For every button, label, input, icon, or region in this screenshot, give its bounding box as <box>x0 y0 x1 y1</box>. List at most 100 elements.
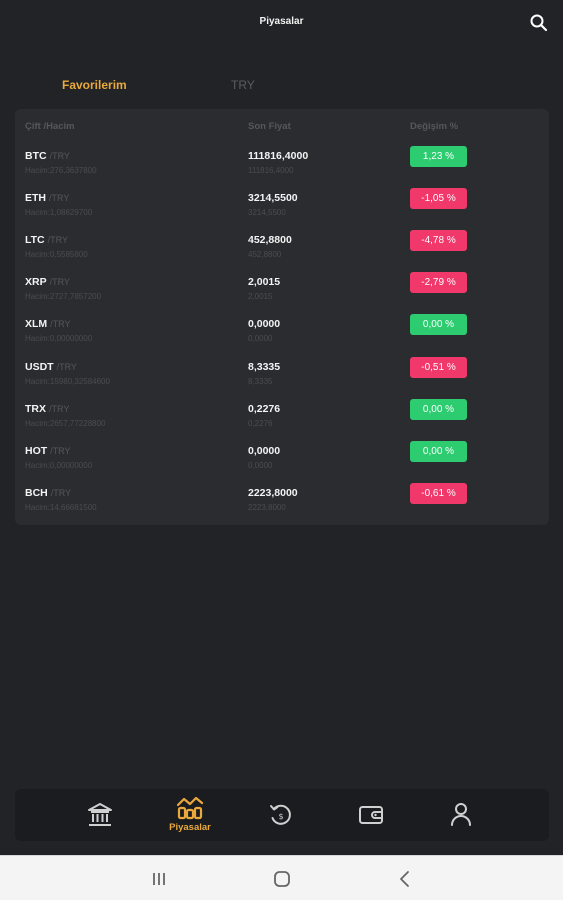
pair-name: XRP/TRY <box>25 276 70 288</box>
pair-name: HOT/TRY <box>25 445 71 457</box>
last-price-sub: 2223,8000 <box>248 503 286 512</box>
page-title: Piyasalar <box>259 16 304 27</box>
last-price: 8,3335 <box>248 361 281 373</box>
search-button[interactable] <box>529 13 549 33</box>
nav-item-markets[interactable]: Piyasalar <box>160 789 220 841</box>
change-badge: 0,00 % <box>410 399 467 420</box>
back-button[interactable] <box>395 869 415 889</box>
base-symbol: HOT <box>25 445 48 457</box>
market-row-xrp[interactable]: XRP/TRY Hacim:2727,7857200 2,0015 2,0015… <box>15 272 549 318</box>
market-tabs: Favorilerim TRY <box>0 78 563 100</box>
base-symbol: LTC <box>25 234 45 246</box>
volume-text: Hacim:0,5585800 <box>25 250 88 259</box>
last-price-sub: 3214,5500 <box>248 208 286 217</box>
nav-label-markets: Piyasalar <box>169 822 211 833</box>
quote-symbol: /TRY <box>47 235 68 245</box>
quote-symbol: /TRY <box>56 362 77 372</box>
search-icon <box>530 14 548 32</box>
nav-item-home[interactable] <box>70 789 130 841</box>
last-price: 111816,4000 <box>248 150 309 162</box>
tab-try[interactable]: TRY <box>231 78 255 92</box>
change-badge: -4,78 % <box>410 230 467 251</box>
last-price-sub: 0,0000 <box>248 461 273 470</box>
last-price: 2,0015 <box>248 276 281 288</box>
volume-text: Hacim:2657,77228800 <box>25 419 106 428</box>
back-icon <box>400 871 409 887</box>
change-badge: -2,79 % <box>410 272 467 293</box>
market-row-xlm[interactable]: XLM/TRY Hacim:0,00000000 0,0000 0,0000 0… <box>15 314 549 360</box>
last-price-sub: 0,2276 <box>248 419 273 428</box>
last-price: 0,0000 <box>248 318 281 330</box>
last-price: 0,2276 <box>248 403 281 415</box>
nav-item-wallet[interactable] <box>341 789 401 841</box>
base-symbol: XRP <box>25 276 47 288</box>
user-icon <box>451 803 471 826</box>
change-badge: 1,23 % <box>410 146 467 167</box>
quote-symbol: /TRY <box>49 277 70 287</box>
system-nav-bar <box>0 855 563 900</box>
base-symbol: BTC <box>25 150 47 162</box>
volume-text: Hacim:0,00000000 <box>25 461 93 470</box>
column-header-pair: Çift /Hacim <box>25 121 75 132</box>
home-icon <box>274 871 290 887</box>
change-badge: -0,61 % <box>410 483 467 504</box>
last-price: 3214,5500 <box>248 192 298 204</box>
quote-symbol: /TRY <box>49 151 70 161</box>
base-symbol: XLM <box>25 318 48 330</box>
market-row-usdt[interactable]: USDT/TRY Hacim:15980,32584600 8,3335 8,3… <box>15 357 549 403</box>
column-header-price: Son Fiyat <box>248 121 291 132</box>
market-row-trx[interactable]: TRX/TRY Hacim:2657,77228800 0,2276 0,227… <box>15 399 549 445</box>
change-badge: 0,00 % <box>410 441 467 462</box>
pair-name: BTC/TRY <box>25 150 70 162</box>
last-price-sub: 0,0000 <box>248 334 273 343</box>
volume-text: Hacim:1,08629700 <box>25 208 93 217</box>
pair-name: LTC/TRY <box>25 234 68 246</box>
last-price-sub: 111816,4000 <box>248 166 294 175</box>
quote-symbol: /TRY <box>50 488 72 498</box>
quote-symbol: /TRY <box>49 404 70 414</box>
change-badge: -0,51 % <box>410 357 467 378</box>
base-symbol: ETH <box>25 192 46 204</box>
markets-icon <box>176 796 204 820</box>
pair-name: XLM/TRY <box>25 318 71 330</box>
nav-item-history[interactable]: $ <box>251 789 311 841</box>
market-row-eth[interactable]: ETH/TRY Hacim:1,08629700 3214,5500 3214,… <box>15 188 549 234</box>
volume-text: Hacim:276,3637800 <box>25 166 97 175</box>
home-button[interactable] <box>272 869 292 889</box>
market-row-ltc[interactable]: LTC/TRY Hacim:0,5585800 452,8800 452,880… <box>15 230 549 276</box>
base-symbol: BCH <box>25 487 48 499</box>
last-price-sub: 8,3335 <box>248 377 273 386</box>
quote-symbol: /TRY <box>49 193 70 203</box>
pair-name: ETH/TRY <box>25 192 69 204</box>
change-badge: -1,05 % <box>410 188 467 209</box>
volume-text: Hacim:2727,7857200 <box>25 292 102 301</box>
last-price: 2223,8000 <box>248 487 298 499</box>
volume-text: Hacim:14,66681500 <box>25 503 97 512</box>
market-row-hot[interactable]: HOT/TRY Hacim:0,00000000 0,0000 0,0000 0… <box>15 441 549 487</box>
history-icon: $ <box>270 804 291 825</box>
nav-item-profile[interactable] <box>431 789 491 841</box>
change-badge: 0,00 % <box>410 314 467 335</box>
svg-text:$: $ <box>278 812 283 821</box>
market-row-bch[interactable]: BCH/TRY Hacim:14,66681500 2223,8000 2223… <box>15 483 549 529</box>
market-table: Çift /Hacim Son Fiyat Değişim % BTC/TRY … <box>15 109 549 525</box>
quote-symbol: /TRY <box>50 446 71 456</box>
app-header: Piyasalar <box>0 0 563 50</box>
pair-name: BCH/TRY <box>25 487 71 499</box>
volume-text: Hacim:0,00000000 <box>25 334 93 343</box>
last-price-sub: 2,0015 <box>248 292 273 301</box>
market-row-btc[interactable]: BTC/TRY Hacim:276,3637800 111816,4000 11… <box>15 146 549 192</box>
bottom-nav: Piyasalar $ <box>15 789 549 841</box>
base-symbol: TRX <box>25 403 46 415</box>
column-header-change: Değişim % <box>410 121 459 132</box>
bank-icon <box>88 803 112 826</box>
last-price: 0,0000 <box>248 445 281 457</box>
recent-apps-button[interactable] <box>149 869 169 889</box>
wallet-icon <box>359 806 383 824</box>
recent-apps-icon <box>153 873 165 885</box>
volume-text: Hacim:15980,32584600 <box>25 377 110 386</box>
pair-name: USDT/TRY <box>25 361 77 373</box>
tab-favorites[interactable]: Favorilerim <box>62 78 127 92</box>
last-price: 452,8800 <box>248 234 292 246</box>
last-price-sub: 452,8800 <box>248 250 282 259</box>
